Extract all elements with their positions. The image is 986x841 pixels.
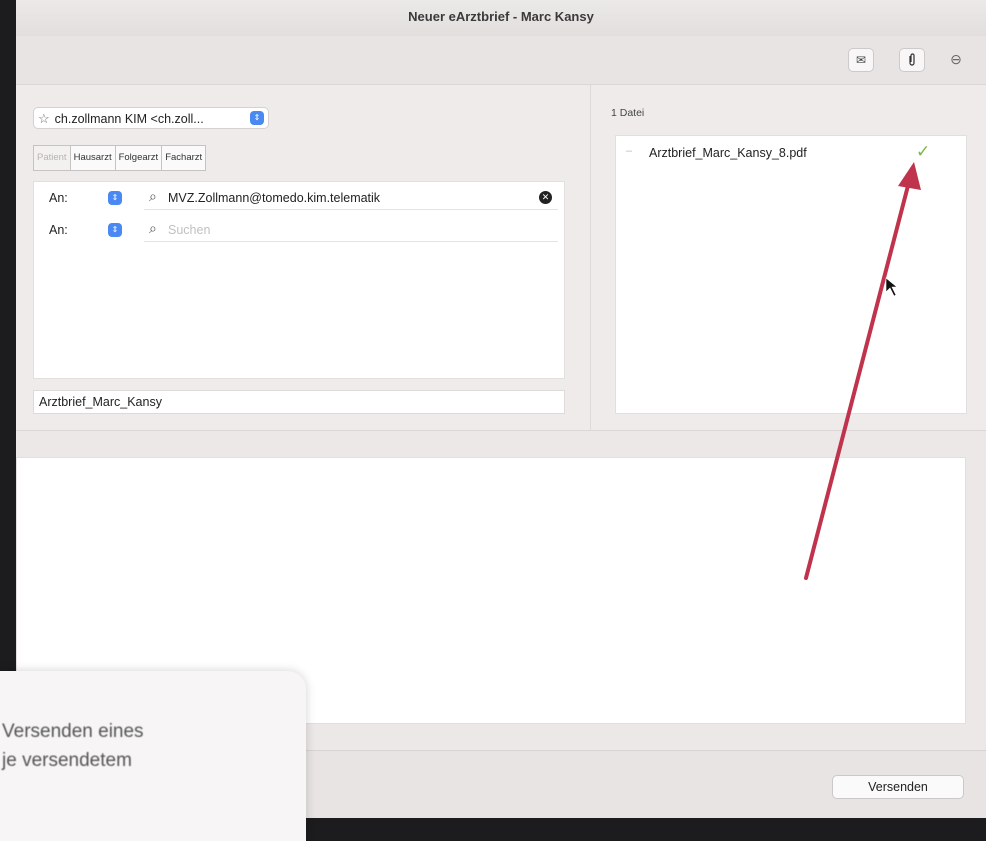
arrow-shaft	[804, 176, 912, 580]
notification-line: je versendetem	[2, 750, 132, 771]
notification-popup: Versenden eines je versendetem	[0, 671, 306, 841]
notification-line: Versenden eines	[2, 721, 144, 742]
cursor-icon	[885, 277, 898, 297]
arrow-head	[898, 162, 921, 190]
